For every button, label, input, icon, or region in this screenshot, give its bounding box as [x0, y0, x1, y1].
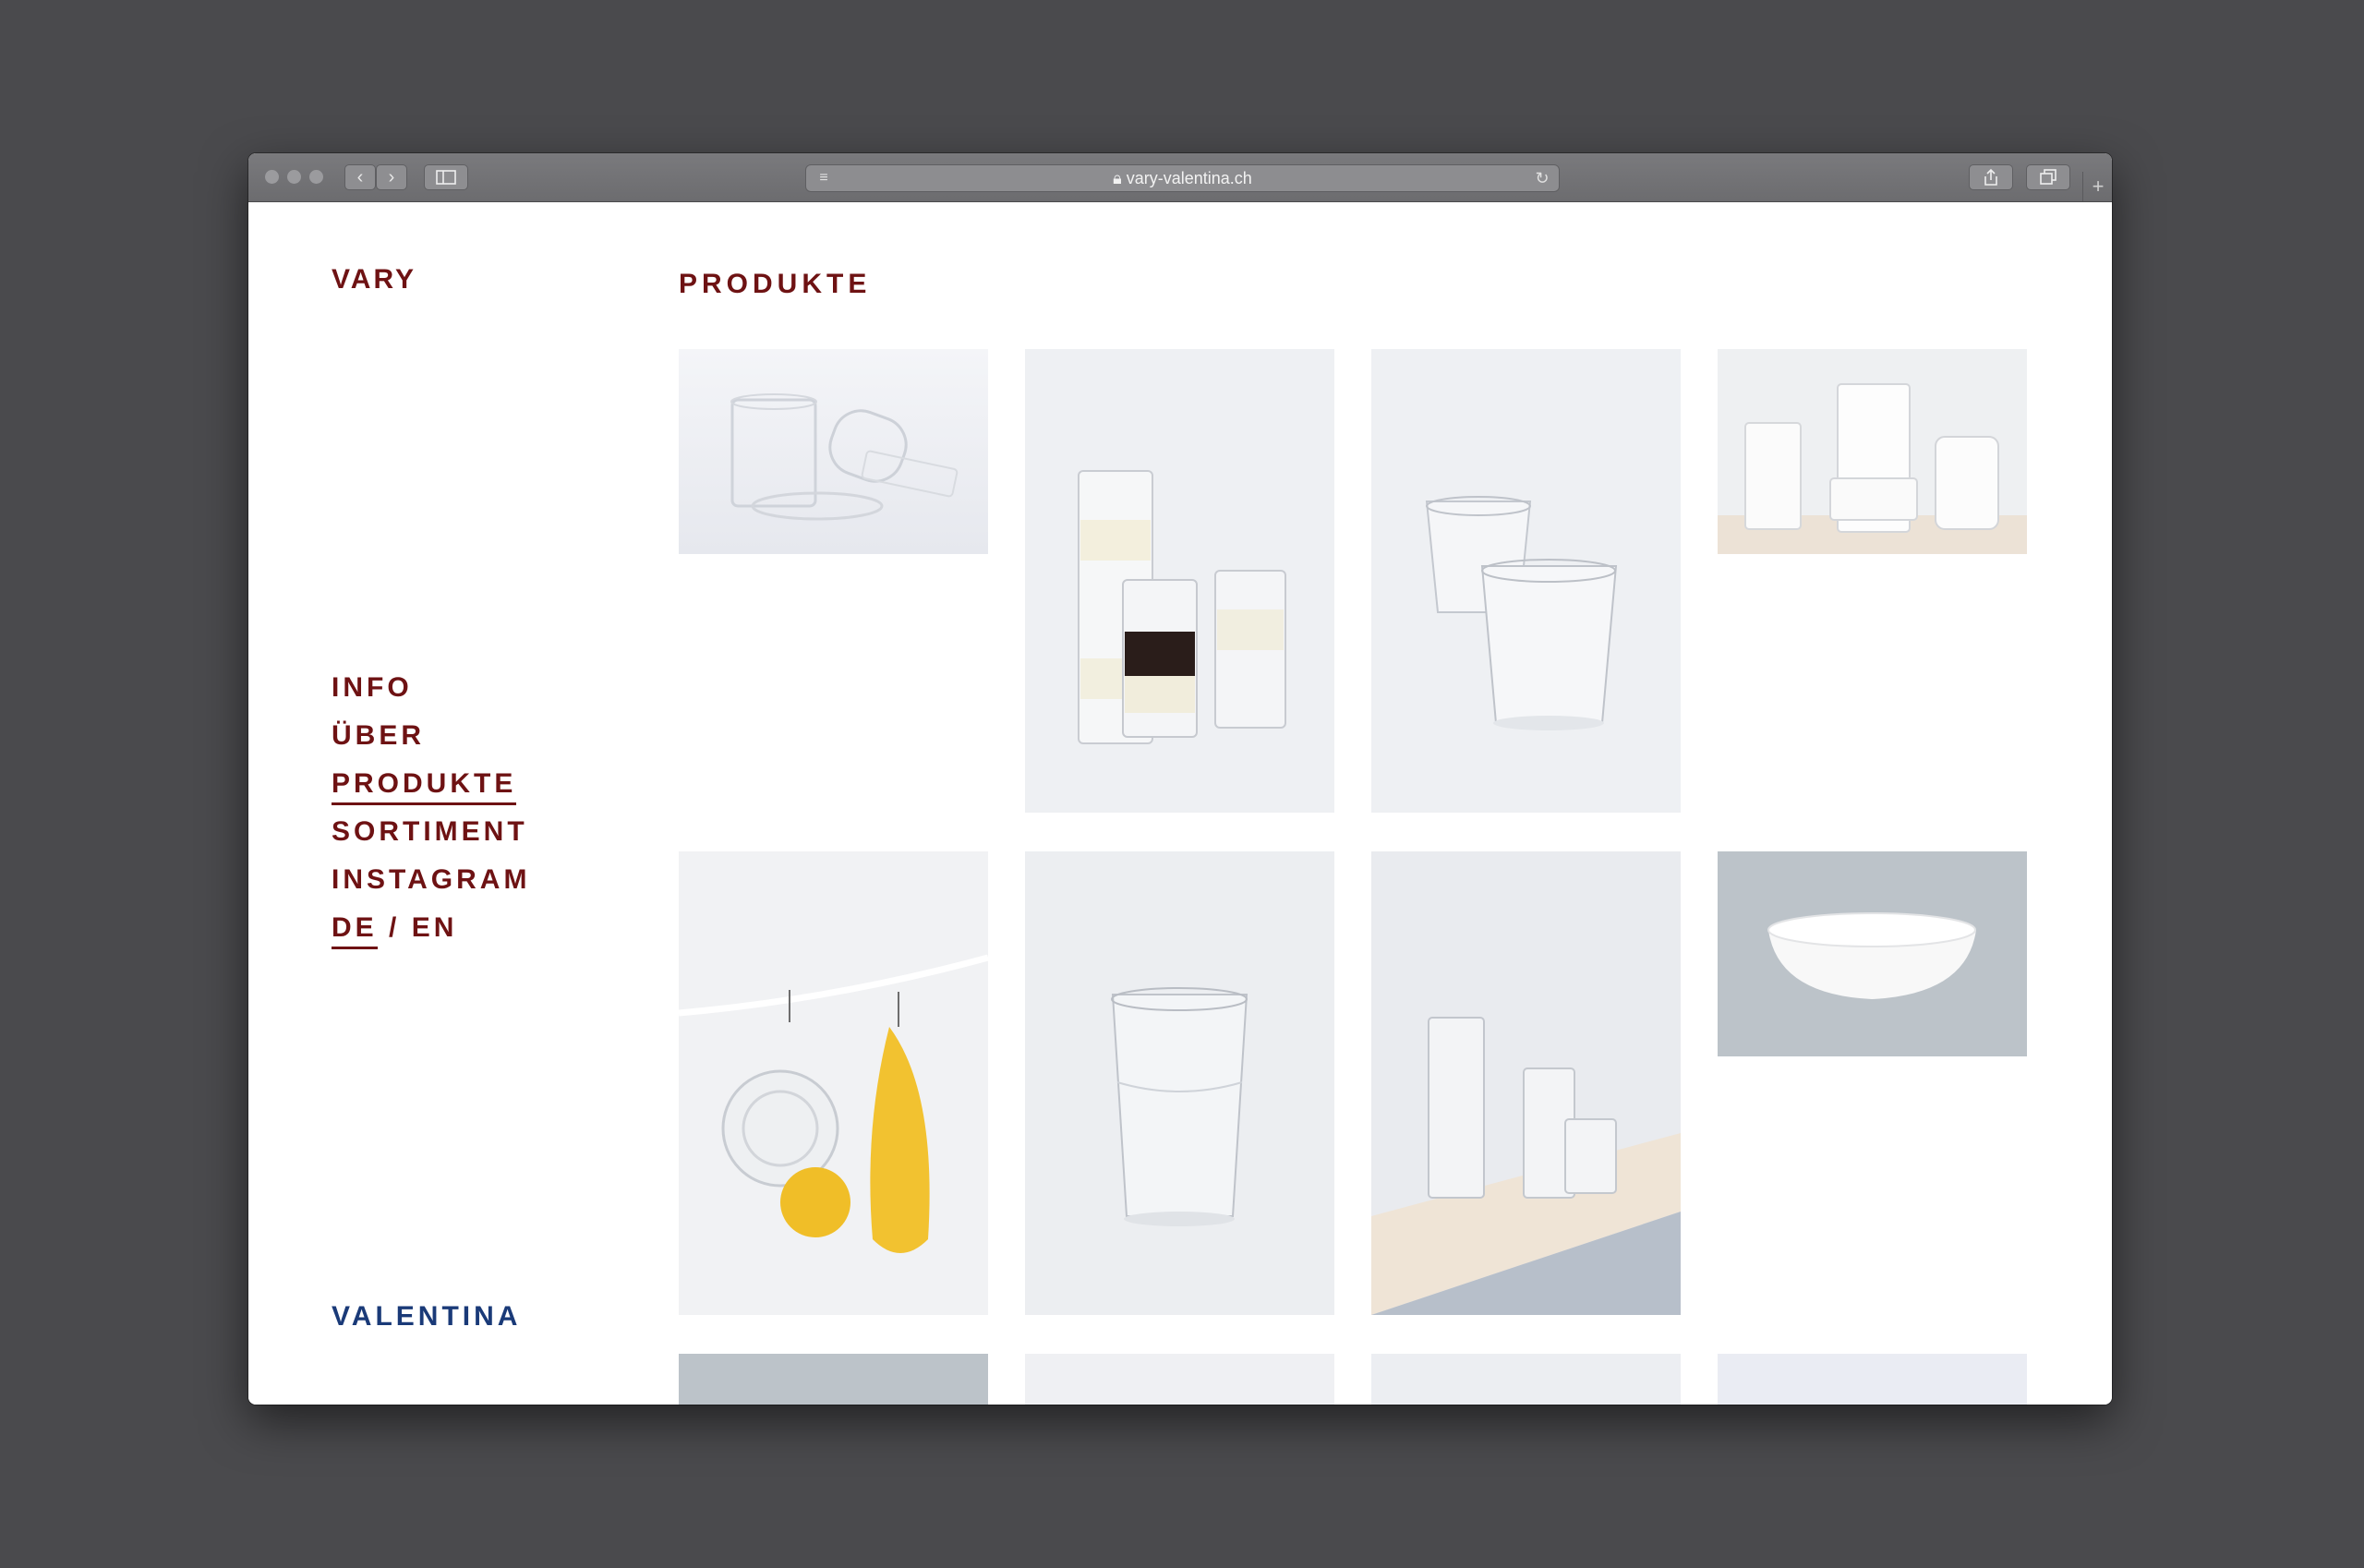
product-image-white-bowl[interactable] — [1718, 851, 2027, 1056]
product-photo — [1025, 349, 1334, 813]
product-image-stacked-glasses[interactable] — [1025, 349, 1334, 813]
product-image-row3-3[interactable] — [1371, 1354, 1681, 1405]
nav-item-produkte[interactable]: PRODUKTE — [332, 760, 530, 808]
browser-toolbar: ‹ › ≡ 🔒︎ vary-valentina.ch ↻ + — [248, 153, 2112, 202]
product-image-crumpled-glass[interactable] — [1025, 851, 1334, 1315]
chevron-left-icon: ‹ — [356, 167, 364, 187]
product-image-two-glasses[interactable] — [1371, 349, 1681, 813]
lang-separator: / — [389, 912, 401, 943]
plus-icon: + — [2092, 175, 2105, 198]
product-photo — [1718, 349, 2027, 554]
product-photo — [1025, 851, 1334, 1315]
product-image-glasses-lying[interactable] — [679, 349, 988, 554]
nav-item-ueber[interactable]: ÜBER — [332, 712, 530, 760]
product-photo — [679, 851, 988, 1315]
address-bar[interactable]: ≡ 🔒︎ vary-valentina.ch ↻ — [805, 164, 1560, 192]
new-tab-button[interactable]: + — [2082, 172, 2112, 201]
tabs-overview-button[interactable] — [2026, 164, 2070, 190]
product-image-net-and-glass[interactable] — [679, 851, 988, 1315]
minimize-window-button[interactable] — [287, 170, 301, 184]
language-switcher: DE / EN — [332, 904, 530, 952]
lock-icon: 🔒︎ — [1113, 169, 1122, 187]
product-photo — [1718, 851, 2027, 1056]
back-button[interactable]: ‹ — [344, 164, 376, 190]
product-photo — [1371, 851, 1681, 1315]
brand-logo-bottom[interactable]: VALENTINA — [332, 1301, 521, 1333]
lang-de-link[interactable]: DE — [332, 912, 378, 949]
zoom-window-button[interactable] — [309, 170, 323, 184]
page-title: PRODUKTE — [679, 269, 872, 299]
share-icon — [1984, 168, 1997, 186]
product-image-carafe-on-table[interactable] — [1371, 851, 1681, 1315]
nav-item-instagram[interactable]: INSTAGRAM — [332, 856, 530, 904]
main-nav: INFO ÜBER PRODUKTE SORTIMENT INSTAGRAM D… — [332, 664, 530, 952]
share-button[interactable] — [1969, 164, 2013, 190]
close-window-button[interactable] — [265, 170, 279, 184]
product-image-row3-1[interactable] — [679, 1354, 988, 1405]
product-image-ceramic-containers[interactable] — [1718, 349, 2027, 554]
product-image-row3-4[interactable] — [1718, 1354, 2027, 1405]
browser-window: ‹ › ≡ 🔒︎ vary-valentina.ch ↻ + VARY PROD… — [248, 153, 2112, 1405]
tabs-icon — [2040, 169, 2056, 185]
product-photo — [679, 349, 988, 554]
nav-item-info[interactable]: INFO — [332, 664, 530, 712]
forward-button[interactable]: › — [376, 164, 407, 190]
product-image-row3-2[interactable] — [1025, 1354, 1334, 1405]
reload-icon[interactable]: ↻ — [1533, 168, 1551, 188]
brand-logo-top[interactable]: VARY — [332, 264, 416, 296]
web-page: VARY PRODUKTE INFO ÜBER PRODUKTE SORTIME… — [248, 202, 2112, 1405]
url-text: vary-valentina.ch — [1126, 169, 1252, 187]
chevron-right-icon: › — [388, 167, 395, 187]
product-photo — [1371, 349, 1681, 813]
sidebar-icon — [436, 170, 456, 185]
sidebar-toggle-button[interactable] — [424, 164, 468, 190]
nav-item-sortiment[interactable]: SORTIMENT — [332, 808, 530, 856]
lang-en-link[interactable]: EN — [412, 912, 458, 943]
